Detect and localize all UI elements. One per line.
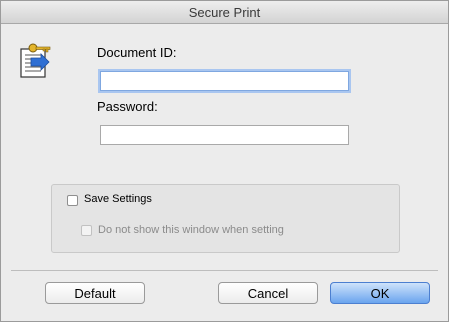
do-not-show-label: Do not show this window when setting (98, 224, 284, 236)
save-settings-checkbox[interactable] (67, 195, 78, 206)
title-bar: Secure Print (1, 1, 448, 24)
default-button[interactable]: Default (45, 282, 145, 304)
cancel-button[interactable]: Cancel (218, 282, 318, 304)
separator (11, 270, 438, 271)
document-id-label: Document ID: (97, 45, 177, 60)
secure-print-key-document-icon (20, 43, 51, 78)
save-settings-label: Save Settings (84, 193, 152, 205)
window-title: Secure Print (188, 4, 261, 20)
do-not-show-checkbox[interactable] (81, 225, 92, 236)
secure-print-dialog: Secure Print Document ID: Password: Save… (0, 0, 449, 322)
ok-button[interactable]: OK (330, 282, 430, 304)
document-id-input[interactable] (100, 71, 349, 91)
settings-group: Save Settings Do not show this window wh… (51, 184, 400, 253)
password-input[interactable] (100, 125, 349, 145)
password-label: Password: (97, 99, 158, 114)
